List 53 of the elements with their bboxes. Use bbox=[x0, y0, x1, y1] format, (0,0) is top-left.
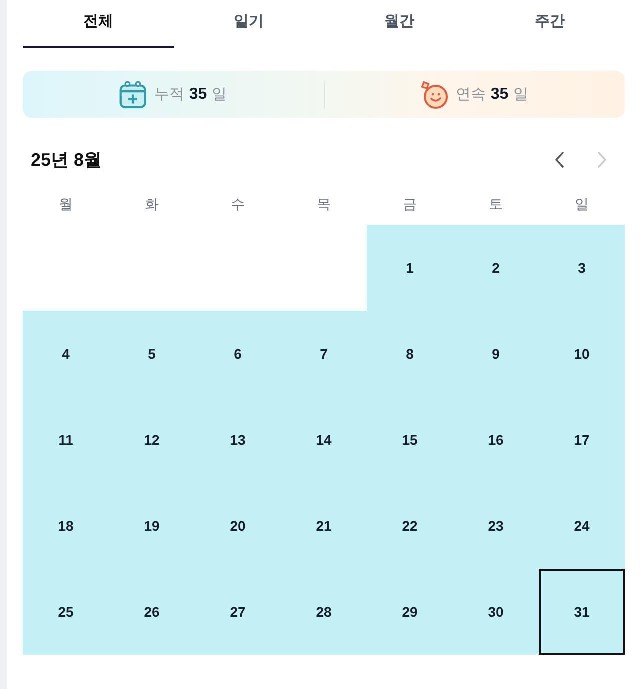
weekday-label: 화 bbox=[144, 196, 160, 214]
calendar-day[interactable]: 4 bbox=[23, 311, 109, 397]
stat-label: 누적 bbox=[154, 85, 184, 104]
calendar-day[interactable]: 13 bbox=[195, 397, 281, 483]
stat-unit: 일 bbox=[514, 85, 529, 104]
weekday-label: 토 bbox=[488, 196, 504, 214]
chevron-left-icon bbox=[555, 152, 564, 168]
calendar-day[interactable]: 20 bbox=[195, 483, 281, 569]
calendar-plus-icon bbox=[119, 80, 148, 108]
smiley-face-icon bbox=[420, 80, 449, 108]
calendar-day[interactable]: 5 bbox=[109, 311, 195, 397]
stat-value: 35 bbox=[490, 86, 509, 104]
calendar-day[interactable]: 19 bbox=[109, 483, 195, 569]
calendar-day[interactable]: 29 bbox=[367, 569, 453, 655]
calendar-day[interactable]: 21 bbox=[281, 483, 367, 569]
calendar-day[interactable]: 16 bbox=[453, 397, 539, 483]
weekday-label: 목 bbox=[316, 196, 332, 214]
chevron-right-icon bbox=[598, 152, 607, 168]
calendar-day[interactable]: 28 bbox=[281, 569, 367, 655]
tab[interactable]: 일기 bbox=[174, 0, 324, 48]
tab[interactable]: 전체 bbox=[23, 0, 174, 48]
calendar-day[interactable]: 15 bbox=[367, 397, 453, 483]
calendar-day[interactable]: 14 bbox=[281, 397, 367, 483]
stat-unit: 일 bbox=[212, 85, 228, 104]
calendar-day[interactable]: 18 bbox=[23, 483, 109, 569]
stat-value: 35 bbox=[189, 86, 208, 104]
calendar-day[interactable]: 7 bbox=[281, 311, 367, 397]
month-title: 25년 8월 bbox=[31, 149, 102, 172]
calendar-day[interactable]: 27 bbox=[195, 569, 281, 655]
weekday-label: 수 bbox=[230, 196, 246, 214]
calendar-day[interactable]: 3 bbox=[539, 225, 625, 311]
weekday-label: 일 bbox=[574, 196, 590, 214]
tab[interactable]: 주간 bbox=[474, 0, 625, 48]
calendar-day[interactable]: 8 bbox=[367, 311, 453, 397]
stat-label: 연속 bbox=[456, 85, 486, 104]
calendar-day[interactable]: 23 bbox=[453, 483, 539, 569]
calendar-day[interactable]: 26 bbox=[109, 569, 195, 655]
calendar-day[interactable]: 1 bbox=[367, 225, 453, 311]
calendar-day[interactable]: 9 bbox=[453, 311, 539, 397]
calendar-day[interactable]: 12 bbox=[109, 397, 195, 483]
calendar-day[interactable]: 24 bbox=[539, 483, 625, 569]
calendar-day[interactable]: 10 bbox=[539, 311, 625, 397]
weekday-label: 월 bbox=[58, 196, 74, 214]
tab[interactable]: 월간 bbox=[324, 0, 474, 48]
calendar-day[interactable]: 22 bbox=[367, 483, 453, 569]
calendar-day[interactable]: 2 bbox=[453, 225, 539, 311]
calendar-day[interactable]: 6 bbox=[195, 311, 281, 397]
calendar-day[interactable]: 31 bbox=[539, 569, 625, 655]
calendar-day[interactable]: 17 bbox=[539, 397, 625, 483]
calendar-day[interactable]: 30 bbox=[453, 569, 539, 655]
calendar-day[interactable]: 25 bbox=[23, 569, 109, 655]
calendar-day[interactable]: 11 bbox=[23, 397, 109, 483]
weekday-label: 금 bbox=[402, 196, 418, 214]
